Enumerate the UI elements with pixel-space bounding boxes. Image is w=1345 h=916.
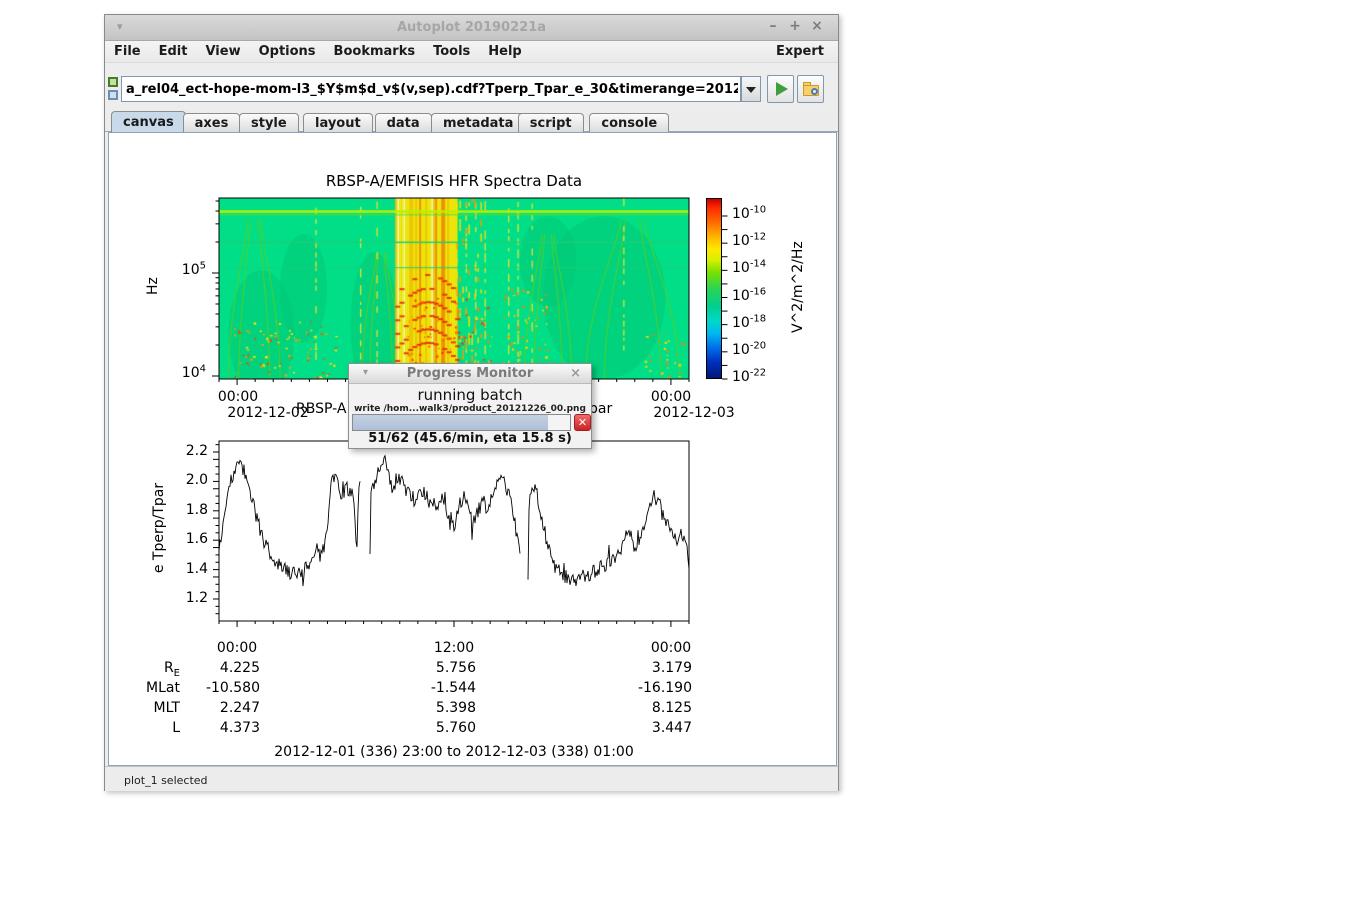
spectra-ytick-0: 105 xyxy=(146,262,206,278)
context-value-2-0: 2.247 xyxy=(176,700,260,716)
spectra-plot-title: RBSP-A/EMFISIS HFR Spectra Data xyxy=(219,173,689,190)
inspect-uri-button[interactable] xyxy=(797,75,824,103)
context-value-0-1: 5.756 xyxy=(392,660,476,676)
status-bar: plot_1 selected xyxy=(105,766,838,791)
timeseries-frame xyxy=(219,441,689,621)
tab-layout[interactable]: layout xyxy=(303,113,373,132)
menu-options[interactable]: Options xyxy=(250,41,325,59)
context-value-2-1: 5.398 xyxy=(392,700,476,716)
canvas-panel[interactable]: RBSP-A/EMFISIS HFR Spectra Data Hz V^2/m… xyxy=(108,132,837,766)
timeseries-ytick-1: 2.0 xyxy=(148,472,208,488)
occluded-title-fragment-right: par xyxy=(589,401,612,417)
colorbar-tick-2: 10-14 xyxy=(732,260,796,276)
progress-dialog-title: Progress Monitor xyxy=(349,366,591,381)
context-value-1-1: -1.544 xyxy=(392,680,476,696)
status-text: plot_1 selected xyxy=(124,774,208,787)
context-value-3-2: 3.447 xyxy=(608,720,692,736)
uri-input[interactable] xyxy=(121,76,741,102)
tab-style[interactable]: style xyxy=(239,113,299,132)
progress-task-label: running batch xyxy=(349,386,591,404)
timeseries-line xyxy=(219,456,689,586)
stop-button[interactable]: ✕ xyxy=(574,414,591,431)
tab-metadata[interactable]: metadata xyxy=(431,113,525,132)
tab-strip: canvasaxesstylelayoutdatametadatascriptc… xyxy=(105,111,838,132)
context-value-1-0: -10.580 xyxy=(176,680,260,696)
close-button[interactable]: × xyxy=(806,18,828,34)
colorbar-tick-5: 10-20 xyxy=(732,342,796,358)
context-row-label-l: L xyxy=(109,720,180,736)
context-value-0-0: 4.225 xyxy=(176,660,260,676)
menu-edit[interactable]: Edit xyxy=(150,41,197,59)
context-value-3-0: 4.373 xyxy=(176,720,260,736)
menu-bar: FileEditViewOptionsBookmarksToolsHelp Ex… xyxy=(105,41,838,63)
spectra-ytick-1: 104 xyxy=(146,365,206,381)
tab-axes[interactable]: axes xyxy=(183,113,241,132)
tab-canvas[interactable]: canvas xyxy=(111,111,186,132)
tab-data[interactable]: data xyxy=(375,113,432,132)
spectrogram-plot[interactable] xyxy=(219,198,689,379)
colorbar-tick-6: 10-22 xyxy=(732,369,796,385)
spectra-xtick-start-time: 00:00 xyxy=(208,389,268,405)
window-title: Autoplot 20190221a xyxy=(105,20,838,35)
tab-console[interactable]: console xyxy=(589,113,669,132)
tab-script[interactable]: script xyxy=(518,113,584,132)
app-window: ▾ Autoplot 20190221a –+× FileEditViewOpt… xyxy=(104,14,839,791)
timeseries-xtick-0: 00:00 xyxy=(207,640,267,656)
go-plot-button[interactable] xyxy=(767,75,794,103)
colorbar-tick-4: 10-18 xyxy=(732,315,796,331)
play-icon xyxy=(776,82,788,96)
uri-dropdown-button[interactable] xyxy=(741,76,761,102)
timeseries-xtick-2: 00:00 xyxy=(641,640,701,656)
context-row-label-r: RE xyxy=(109,660,180,676)
chevron-down-icon xyxy=(746,87,756,93)
minimize-button[interactable]: – xyxy=(762,18,784,34)
context-row-label-mlat: MLat xyxy=(109,680,180,696)
colorbar-tick-1: 10-12 xyxy=(732,233,796,249)
menu-view[interactable]: View xyxy=(196,41,249,59)
datasource-blue-icon[interactable] xyxy=(108,90,118,100)
menu-tools[interactable]: Tools xyxy=(424,41,479,59)
timeseries-ytick-0: 2.2 xyxy=(148,443,208,459)
expert-mode-label[interactable]: Expert xyxy=(776,44,824,59)
dialog-close-icon[interactable]: × xyxy=(570,366,581,381)
colorbar xyxy=(706,198,722,379)
spectra-xtick-end-date: 2012-12-03 xyxy=(649,405,739,421)
menu-help[interactable]: Help xyxy=(479,41,530,59)
occluded-title-fragment-left: RBSP-A xyxy=(296,401,346,417)
title-bar[interactable]: ▾ Autoplot 20190221a –+× xyxy=(105,15,838,41)
progress-status-label: 51/62 (45.6/min, eta 15.8 s) xyxy=(349,431,591,446)
maximize-button[interactable]: + xyxy=(784,18,806,34)
menu-bookmarks[interactable]: Bookmarks xyxy=(325,41,425,59)
context-value-3-1: 5.760 xyxy=(392,720,476,736)
magnifier-icon xyxy=(811,88,818,95)
timeseries-ytick-2: 1.8 xyxy=(148,502,208,518)
context-value-2-2: 8.125 xyxy=(608,700,692,716)
progress-bar xyxy=(352,414,571,431)
colorbar-tick-0: 10-10 xyxy=(732,206,796,222)
menu-items: FileEditViewOptionsBookmarksToolsHelp xyxy=(105,44,531,59)
progress-bar-fill xyxy=(353,415,548,430)
timeseries-ytick-3: 1.6 xyxy=(148,531,208,547)
context-value-0-2: 3.179 xyxy=(608,660,692,676)
progress-monitor-dialog: ▾ Progress Monitor × running batch write… xyxy=(348,363,592,449)
progress-detail-label: write /hom...walk3/product_20121226_00.p… xyxy=(349,404,591,414)
timeseries-ytick-5: 1.2 xyxy=(148,590,208,606)
timeseries-xtick-1: 12:00 xyxy=(424,640,484,656)
menu-file[interactable]: File xyxy=(105,41,150,59)
timeseries-ytick-4: 1.4 xyxy=(148,561,208,577)
datasource-green-icon[interactable] xyxy=(108,77,118,87)
progress-dialog-titlebar[interactable]: ▾ Progress Monitor × xyxy=(349,364,591,384)
uri-panel xyxy=(105,63,838,111)
page: { "window": { "title": "Autoplot 2019022… xyxy=(0,0,1345,916)
spectra-xtick-end-time: 00:00 xyxy=(641,389,701,405)
context-row-label-mlt: MLT xyxy=(109,700,180,716)
context-value-1-2: -16.190 xyxy=(608,680,692,696)
time-range-caption: 2012-12-01 (336) 23:00 to 2012-12-03 (33… xyxy=(219,744,689,760)
colorbar-tick-3: 10-16 xyxy=(732,288,796,304)
